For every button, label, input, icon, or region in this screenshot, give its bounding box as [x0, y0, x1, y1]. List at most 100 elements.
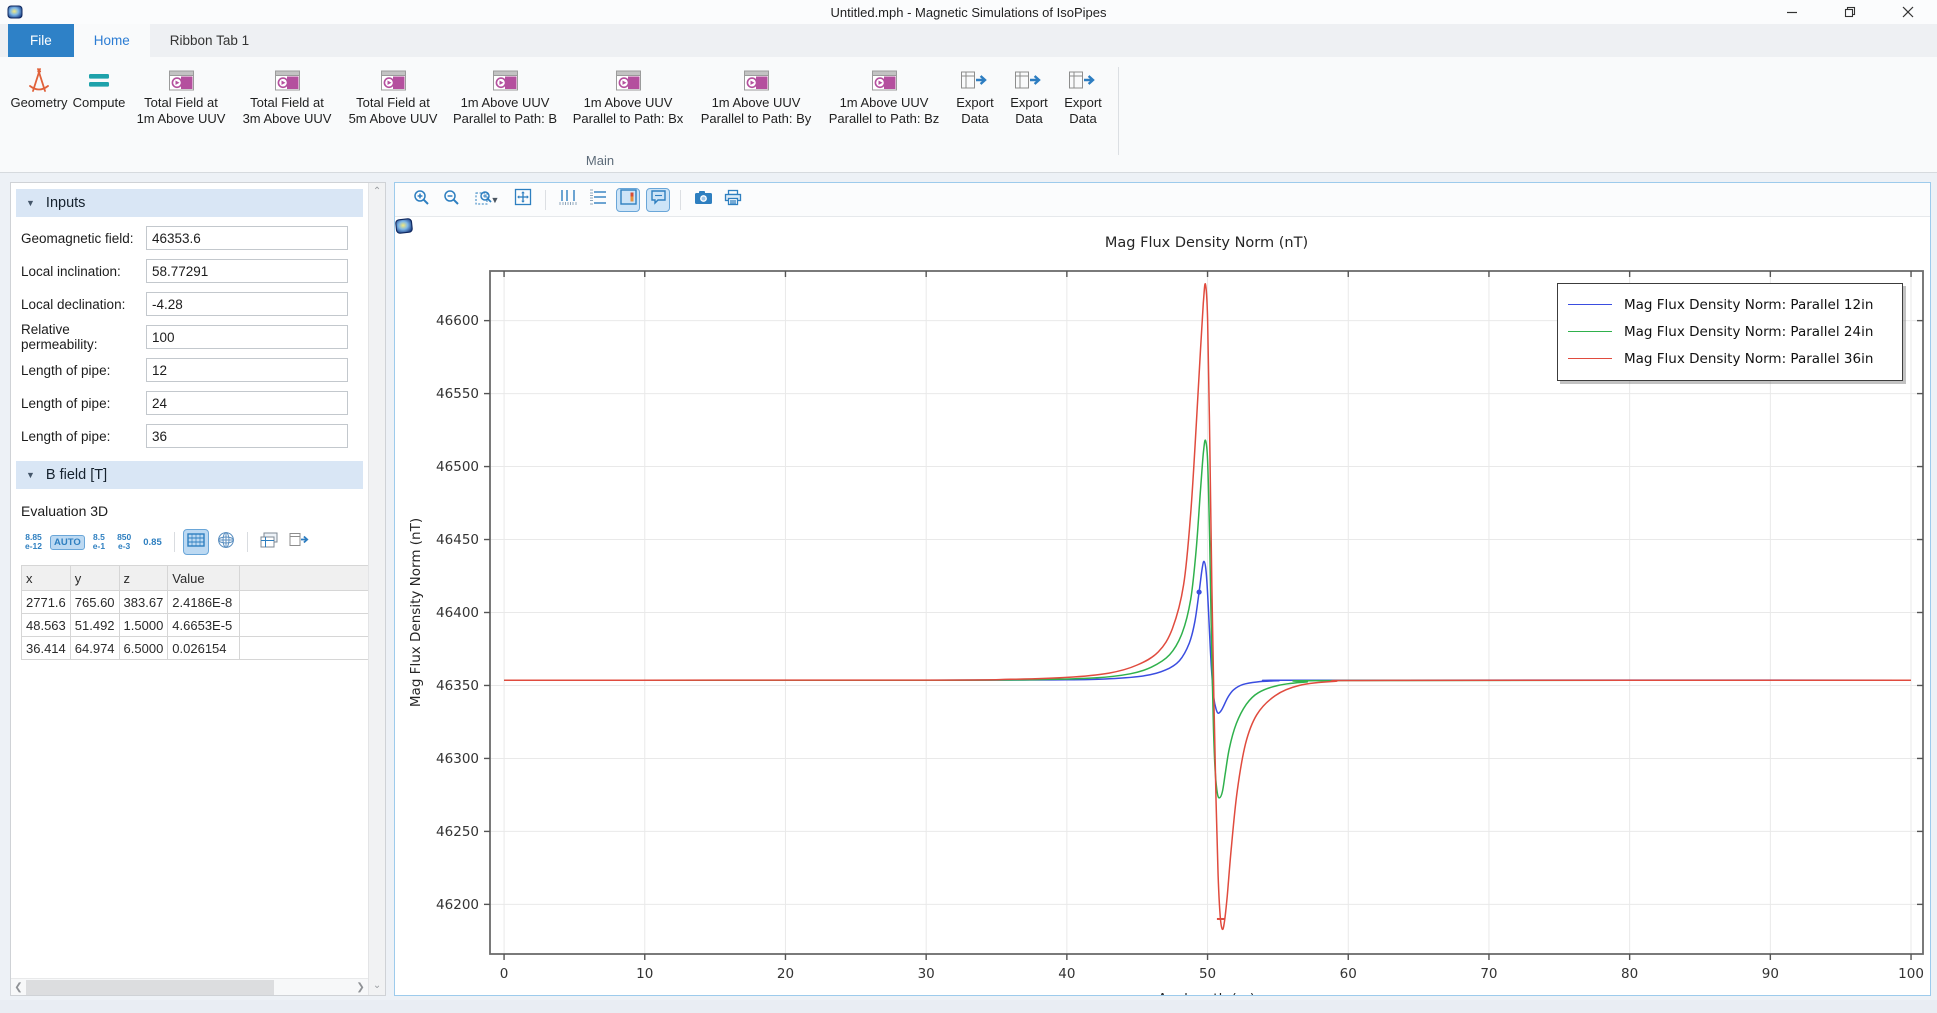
- col-header-filler: [240, 566, 368, 591]
- geomagnetic-field-input[interactable]: [146, 226, 348, 250]
- parallel-path-b-button[interactable]: 1m Above UUVParallel to Path: B: [446, 63, 564, 129]
- svg-text:46400: 46400: [436, 605, 479, 621]
- table-view-icon: [187, 533, 205, 552]
- bfield-section-header[interactable]: ▼ B field [T]: [16, 461, 363, 489]
- svg-text:80: 80: [1621, 966, 1638, 982]
- zoom-in-button[interactable]: [409, 188, 433, 212]
- tab-ribbon-tab-1[interactable]: Ribbon Tab 1: [150, 24, 269, 57]
- fmt-label: 0.85: [143, 538, 162, 547]
- cell: 64.974: [70, 637, 119, 660]
- legend-line-sample: [1568, 304, 1612, 305]
- plot-window-icon: [492, 65, 519, 95]
- ribbon-button-label: Export: [1010, 95, 1048, 110]
- cell: 765.60: [70, 591, 119, 614]
- show-legends-button[interactable]: [616, 188, 640, 212]
- parallel-path-bx-button[interactable]: 1m Above UUVParallel to Path: Bx: [564, 63, 692, 129]
- ribbon-button-label2: 3m Above UUV: [243, 111, 332, 126]
- bfield-section-title: B field [T]: [46, 467, 107, 483]
- tab-home[interactable]: Home: [74, 24, 150, 57]
- export-table-button[interactable]: [286, 529, 312, 555]
- export-data-button-2[interactable]: ExportData: [1002, 63, 1056, 129]
- print-button[interactable]: [721, 188, 745, 212]
- legend-toggle-icon: [620, 189, 637, 210]
- legend-line-sample: [1568, 331, 1612, 332]
- window-bottom-edge: [0, 1000, 1937, 1013]
- table-row[interactable]: 2771.6 765.60 383.67 2.4186E-8: [22, 591, 369, 614]
- scroll-right-arrow[interactable]: ❯: [353, 979, 368, 995]
- show-tooltip-button[interactable]: [646, 188, 670, 212]
- total-field-1m-button[interactable]: Total Field at1m Above UUV: [128, 63, 234, 129]
- field-label: Local inclination:: [21, 264, 146, 279]
- scroll-down-arrow[interactable]: ⌄: [369, 977, 385, 994]
- restore-button[interactable]: [1821, 0, 1879, 24]
- tab-file[interactable]: File: [8, 24, 74, 57]
- engineering-notation-button[interactable]: 850 e-3: [113, 530, 135, 554]
- zoom-box-button[interactable]: ▼: [469, 188, 505, 212]
- parallel-path-bz-button[interactable]: 1m Above UUVParallel to Path: Bz: [820, 63, 948, 129]
- col-header-y[interactable]: y: [70, 566, 119, 591]
- total-field-5m-button[interactable]: Total Field at5m Above UUV: [340, 63, 446, 129]
- polar-plot-button[interactable]: [213, 529, 239, 555]
- table-row[interactable]: 36.414 64.974 6.5000 0.026154: [22, 637, 369, 660]
- local-declination-input[interactable]: [146, 292, 348, 316]
- local-inclination-input[interactable]: [146, 259, 348, 283]
- ribbon-group-label: Main: [0, 153, 1200, 168]
- scientific-notation-button[interactable]: 8.5 e-1: [89, 530, 109, 554]
- scrollbar-thumb[interactable]: [26, 980, 274, 995]
- y-axis-log-button[interactable]: [586, 188, 610, 212]
- cell: 6.5000: [119, 637, 168, 660]
- svg-text:50: 50: [1199, 966, 1216, 982]
- minimize-button[interactable]: [1763, 0, 1821, 24]
- field-label: Geomagnetic field:: [21, 231, 146, 246]
- toolbar-separator: [545, 190, 546, 210]
- export-data-button-3[interactable]: ExportData: [1056, 63, 1110, 129]
- cell-filler: [240, 591, 368, 614]
- table-row[interactable]: 48.563 51.492 1.5000 4.6653E-5: [22, 614, 369, 637]
- svg-text:46250: 46250: [436, 824, 479, 840]
- horizontal-scrollbar[interactable]: ❮ ❯: [11, 978, 368, 995]
- pipe-length-36-input[interactable]: [146, 424, 348, 448]
- svg-text:Mag Flux Density Norm (nT): Mag Flux Density Norm (nT): [1105, 235, 1308, 251]
- fmt-bottom: e-1: [93, 542, 105, 551]
- col-header-x[interactable]: x: [22, 566, 71, 591]
- full-precision-button[interactable]: 8.85 e-12: [21, 530, 46, 554]
- scroll-left-arrow[interactable]: ❮: [11, 979, 26, 995]
- copy-table-button[interactable]: [256, 529, 282, 555]
- relative-permeability-input[interactable]: [146, 325, 348, 349]
- x-axis-log-button[interactable]: [556, 188, 580, 212]
- geometry-button[interactable]: Geometry: [8, 63, 70, 113]
- decimal-notation-button[interactable]: 0.85: [139, 535, 166, 550]
- plot-area[interactable]: 0102030405060708090100462004625046300463…: [395, 217, 1930, 995]
- col-header-z[interactable]: z: [119, 566, 168, 591]
- fmt-bottom: e-12: [25, 542, 42, 551]
- total-field-3m-button[interactable]: Total Field at3m Above UUV: [234, 63, 340, 129]
- table-view-button[interactable]: [183, 529, 209, 555]
- fmt-label: AUTO: [54, 538, 81, 547]
- ribbon-button-label2: Data: [1069, 111, 1096, 126]
- pipe-length-12-input[interactable]: [146, 358, 348, 382]
- vertical-scrollbar[interactable]: ⌃ ⌄: [368, 183, 385, 995]
- snapshot-button[interactable]: [691, 188, 715, 212]
- zoom-extents-button[interactable]: [511, 188, 535, 212]
- field-row: Length of pipe:: [21, 424, 358, 448]
- parallel-path-by-button[interactable]: 1m Above UUVParallel to Path: By: [692, 63, 820, 129]
- cell: 0.026154: [168, 637, 240, 660]
- graphics-window: ▼: [394, 182, 1931, 996]
- export-data-button-1[interactable]: ExportData: [948, 63, 1002, 129]
- cell-filler: [240, 614, 368, 637]
- cell: 36.414: [22, 637, 71, 660]
- svg-text:46450: 46450: [436, 532, 479, 548]
- pipe-length-24-input[interactable]: [146, 391, 348, 415]
- auto-notation-button[interactable]: AUTO: [50, 535, 85, 550]
- svg-text:70: 70: [1480, 966, 1497, 982]
- scroll-up-arrow[interactable]: ⌃: [369, 183, 385, 200]
- svg-text:46600: 46600: [436, 313, 479, 329]
- col-header-value[interactable]: Value: [168, 566, 240, 591]
- zoom-out-button[interactable]: [439, 188, 463, 212]
- ribbon-button-label: Total Field at: [144, 95, 218, 110]
- field-row: Local inclination:: [21, 259, 358, 283]
- cell: 1.5000: [119, 614, 168, 637]
- compute-button[interactable]: Compute: [70, 63, 128, 113]
- inputs-section-header[interactable]: ▼ Inputs: [16, 189, 363, 217]
- close-button[interactable]: [1879, 0, 1937, 24]
